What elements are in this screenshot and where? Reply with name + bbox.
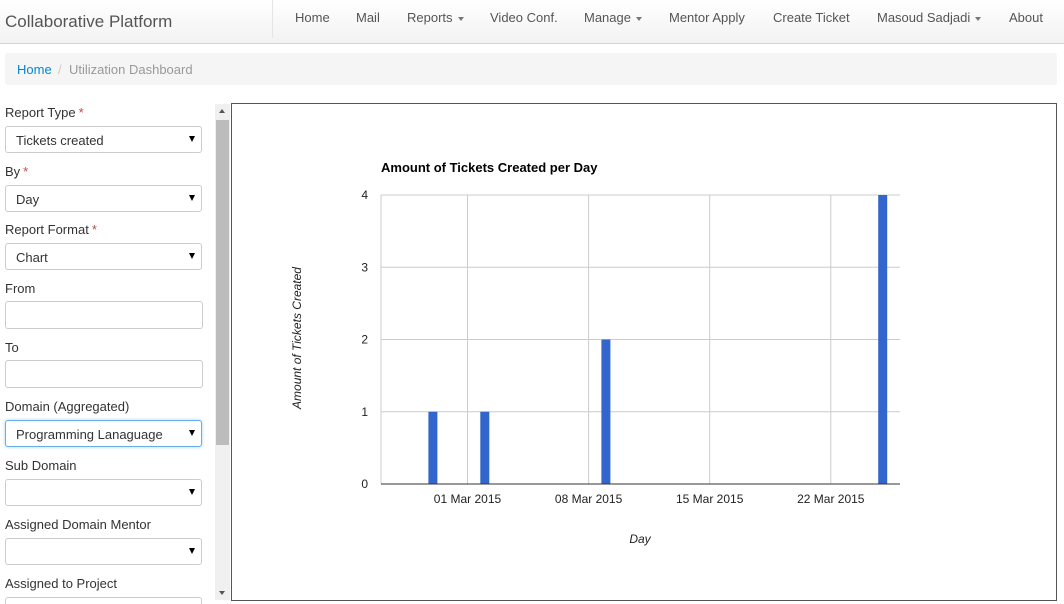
nav-video-conf-label: Video Conf. [490, 10, 558, 25]
y-tick-label: 3 [361, 260, 368, 274]
y-tick-label: 0 [361, 477, 368, 491]
dropdown-arrow-icon [189, 548, 195, 554]
nav-mail-label: Mail [356, 10, 380, 25]
from-date-input[interactable] [5, 301, 203, 329]
by-label-text: By [5, 164, 21, 179]
caret-down-icon [635, 16, 642, 21]
nav-mentor-apply-label: Mentor Apply [669, 10, 745, 25]
chart-bar[interactable] [878, 195, 888, 484]
nav-mentor-apply[interactable]: Mentor Apply [669, 10, 745, 25]
report-type-value: Tickets created [16, 133, 104, 148]
nav-user-menu[interactable]: Masoud Sadjadi [877, 10, 982, 25]
assigned-project-select[interactable] [5, 597, 202, 604]
breadcrumb-home-link[interactable]: Home [17, 62, 52, 77]
sub-domain-label: Sub Domain [5, 458, 77, 473]
dropdown-arrow-icon [189, 430, 195, 436]
caret-down-icon [975, 16, 982, 21]
tickets-chart: 0 1 2 3 4 01 Mar 2015 08 Mar 2015 15 Mar 2015 22… [290, 160, 900, 546]
report-format-select[interactable]: Chart [5, 243, 202, 270]
nav-about[interactable]: About [1009, 10, 1043, 25]
y-tick-label: 2 [361, 333, 368, 347]
chart-bar[interactable] [428, 411, 438, 484]
to-date-input[interactable] [5, 360, 203, 388]
x-tick-label: 08 Mar 2015 [555, 492, 623, 506]
nav-user-menu-label: Masoud Sadjadi [877, 10, 971, 25]
report-type-select[interactable]: Tickets created [5, 126, 202, 153]
x-axis-label: Day [629, 532, 651, 546]
dropdown-arrow-icon [189, 136, 195, 142]
chart-panel: 0 1 2 3 4 01 Mar 2015 08 Mar 2015 15 Mar 2015 22… [231, 103, 1057, 601]
by-label: By * [5, 164, 28, 179]
nav-create-ticket[interactable]: Create Ticket [773, 10, 850, 25]
x-tick-label: 01 Mar 2015 [434, 492, 502, 506]
domain-label: Domain (Aggregated) [5, 399, 130, 414]
nav-manage-label: Manage [584, 10, 631, 25]
scrollbar-thumb[interactable] [216, 120, 229, 445]
nav-manage[interactable]: Manage [584, 10, 642, 25]
assigned-mentor-select[interactable] [5, 538, 202, 565]
required-mark: * [23, 164, 29, 179]
x-tick-label: 22 Mar 2015 [797, 492, 865, 506]
report-type-label: Report Type * [5, 105, 84, 120]
domain-select[interactable]: Programming Lanaguage [5, 420, 202, 447]
breadcrumb: Home / Utilization Dashboard [5, 53, 1057, 85]
navbar-divider [272, 0, 273, 38]
scroll-up-arrow-icon[interactable] [219, 109, 225, 113]
nav-home-label: Home [295, 10, 330, 25]
caret-down-icon [457, 16, 464, 21]
nav-home[interactable]: Home [295, 10, 330, 25]
chart-title: Amount of Tickets Created per Day [381, 160, 598, 175]
nav-reports[interactable]: Reports [407, 10, 464, 25]
report-format-label-text: Report Format [5, 222, 89, 237]
chart-bar[interactable] [601, 339, 611, 485]
y-tick-label: 4 [361, 188, 368, 202]
breadcrumb-separator: / [58, 62, 62, 77]
y-axis-label: Amount of Tickets Created [290, 267, 304, 410]
nav-mail[interactable]: Mail [356, 10, 380, 25]
top-navbar: Collaborative Platform Home Mail Reports… [0, 0, 1064, 44]
sub-domain-select[interactable] [5, 479, 202, 506]
nav-about-label: About [1009, 10, 1043, 25]
nav-reports-label: Reports [407, 10, 453, 25]
breadcrumb-current: Utilization Dashboard [69, 62, 193, 77]
to-label: To [5, 340, 19, 355]
report-type-label-text: Report Type [5, 105, 76, 120]
from-label: From [5, 281, 36, 296]
required-mark: * [91, 222, 97, 237]
domain-value: Programming Lanaguage [16, 427, 163, 442]
nav-video-conf[interactable]: Video Conf. [490, 10, 558, 25]
y-tick-label: 1 [361, 405, 368, 419]
dropdown-arrow-icon [189, 253, 195, 259]
dropdown-arrow-icon [189, 195, 195, 201]
assigned-mentor-label: Assigned Domain Mentor [5, 517, 151, 532]
form-scrollbar[interactable] [215, 104, 230, 600]
x-tick-label: 15 Mar 2015 [676, 492, 744, 506]
report-format-label: Report Format * [5, 222, 97, 237]
by-select[interactable]: Day [5, 185, 202, 212]
brand-title[interactable]: Collaborative Platform [5, 12, 172, 32]
by-value: Day [16, 192, 40, 207]
nav-create-ticket-label: Create Ticket [773, 10, 850, 25]
chart-bar[interactable] [480, 411, 490, 484]
assigned-project-label: Assigned to Project [5, 576, 118, 591]
required-mark: * [78, 105, 84, 120]
scroll-down-arrow-icon[interactable] [219, 591, 225, 595]
dropdown-arrow-icon [189, 489, 195, 495]
report-format-value: Chart [16, 250, 48, 265]
